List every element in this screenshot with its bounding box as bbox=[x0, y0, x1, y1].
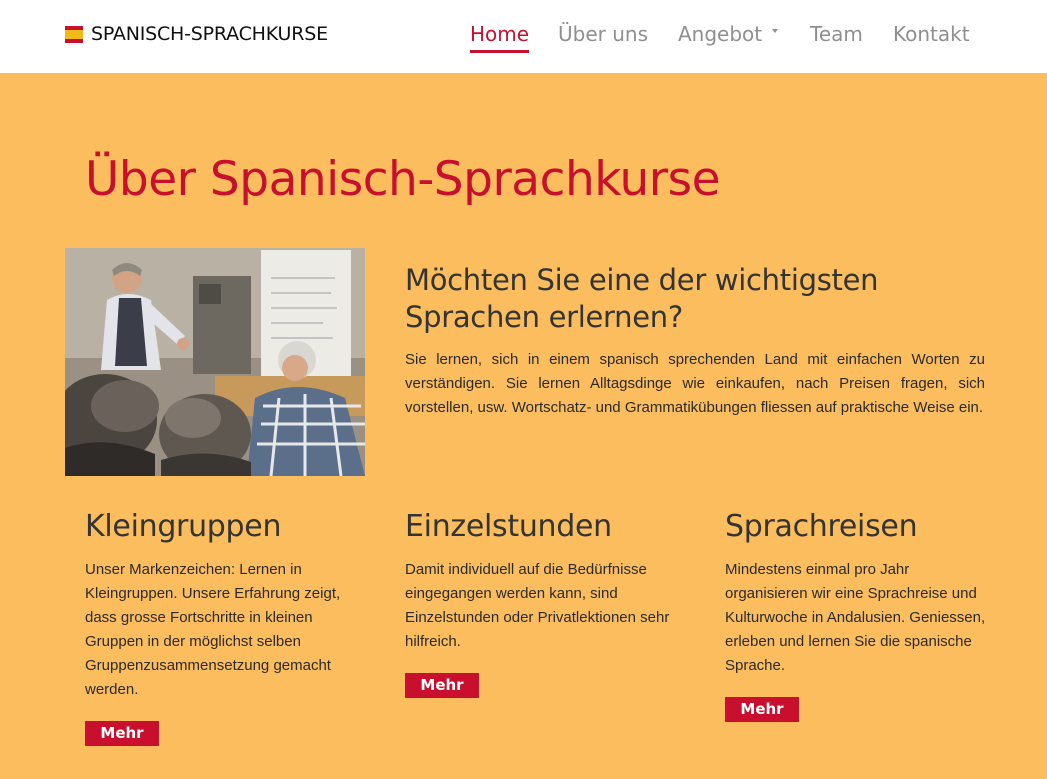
nav-item-team[interactable]: Team bbox=[810, 22, 863, 46]
nav-item-angebot[interactable]: Angebot bbox=[678, 22, 762, 46]
feature-text: Unser Markenzeichen: Lernen in Kleingrup… bbox=[85, 561, 341, 698]
nav-item-kontakt[interactable]: Kontakt bbox=[893, 22, 970, 46]
nav-item-home[interactable]: Home bbox=[470, 22, 530, 53]
more-button-sprachreisen[interactable]: Mehr bbox=[725, 697, 799, 722]
feature-kleingruppen: Kleingruppen Unser Markenzeichen: Lernen… bbox=[85, 510, 355, 746]
feature-title: Einzelstunden bbox=[405, 509, 612, 544]
nav-item-label: Über uns bbox=[558, 22, 648, 46]
classroom-photo bbox=[65, 248, 365, 476]
nav-item-label: Home bbox=[470, 22, 530, 46]
feature-text: Mindestens einmal pro Jahr organisieren … bbox=[725, 561, 986, 674]
main-nav: Home Über uns Angebot Team Kontakt bbox=[0, 22, 1047, 53]
caret-down-icon bbox=[772, 29, 778, 33]
more-button-kleingruppen[interactable]: Mehr bbox=[85, 721, 159, 746]
feature-title: Sprachreisen bbox=[725, 509, 918, 544]
feature-einzelstunden: Einzelstunden Damit individuell auf die … bbox=[405, 510, 675, 698]
intro-heading: Möchten Sie eine der wichtigsten Sprache… bbox=[405, 263, 879, 334]
active-indicator bbox=[470, 50, 530, 53]
more-button-einzelstunden[interactable]: Mehr bbox=[405, 673, 479, 698]
nav-item-label: Kontakt bbox=[893, 22, 970, 46]
nav-item-label: Team bbox=[810, 22, 863, 46]
feature-title: Kleingruppen bbox=[85, 509, 282, 544]
nav-item-ueber-uns[interactable]: Über uns bbox=[558, 22, 648, 46]
feature-sprachreisen: Sprachreisen Mindestens einmal pro Jahr … bbox=[725, 510, 995, 722]
navbar: SPANISCH-SPRACHKURSE Home Über uns Angeb… bbox=[0, 0, 1047, 73]
page-title: Über Spanisch-Sprachkurse bbox=[85, 152, 721, 207]
feature-text: Damit individuell auf die Bedürfnisse ei… bbox=[405, 561, 670, 650]
intro-text: Sie lernen, sich in einem spanisch sprec… bbox=[405, 351, 985, 416]
nav-item-label: Angebot bbox=[678, 22, 763, 46]
